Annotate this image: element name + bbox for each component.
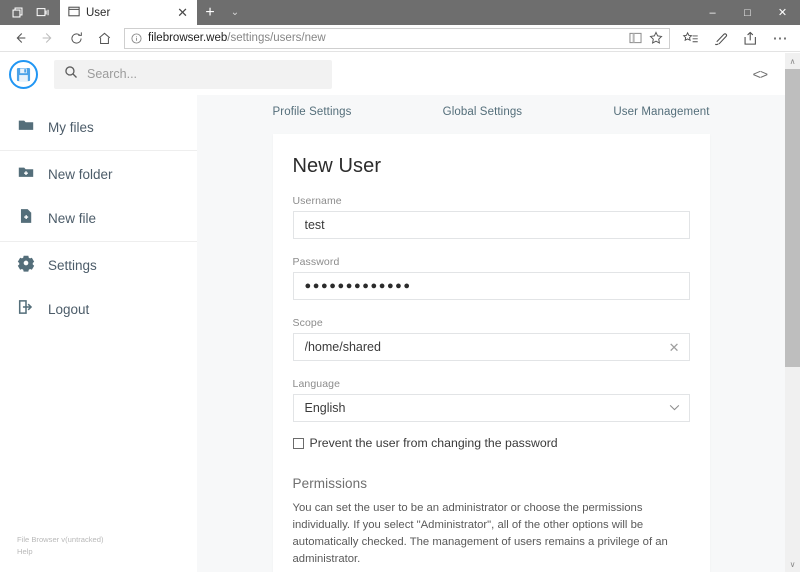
search-placeholder: Search...	[87, 67, 138, 81]
sidebar-item-new-folder[interactable]: New folder	[0, 152, 197, 196]
sidebar-item-label: Logout	[48, 301, 90, 317]
lock-password-checkbox-row[interactable]: Prevent the user from changing the passw…	[292, 436, 690, 450]
home-icon[interactable]	[90, 25, 118, 51]
address-bar-url: filebrowser.web/settings/users/new	[148, 32, 623, 44]
scope-label: Scope	[292, 317, 323, 329]
sidebar-item-label: Settings	[48, 257, 97, 273]
close-window-button[interactable]: ✕	[765, 0, 800, 25]
chevron-down-icon	[669, 403, 680, 414]
language-label: Language	[292, 378, 341, 390]
url-domain: filebrowser.web	[148, 32, 228, 44]
chevron-down-icon[interactable]: ⌄	[223, 0, 247, 25]
gear-icon	[17, 254, 35, 277]
reading-view-icon[interactable]	[629, 32, 642, 44]
sidebar-footer: File Browser v(untracked) Help	[0, 534, 197, 572]
new-user-card: New User Username test Password ●●●●●●●●…	[272, 134, 710, 572]
search-icon	[64, 65, 78, 84]
share-icon[interactable]	[736, 25, 764, 51]
tab-global-settings[interactable]: Global Settings	[443, 106, 523, 118]
window-controls: – □ ✕	[695, 0, 800, 25]
sidebar-divider	[0, 150, 197, 151]
code-view-toggle-icon[interactable]: <>	[753, 66, 771, 82]
scope-value: /home/shared	[304, 340, 381, 354]
sidebar-item-label: My files	[48, 119, 94, 135]
username-input[interactable]: test	[292, 211, 690, 239]
set-aside-tabs-icon[interactable]	[30, 0, 56, 25]
sidebar-item-label: New folder	[48, 166, 113, 182]
floppy-disk-icon[interactable]	[9, 59, 38, 89]
logout-icon	[17, 298, 35, 321]
browser-toolbar-actions: ⋯	[676, 25, 794, 51]
password-value: ●●●●●●●●●●●●●	[304, 280, 412, 292]
minimize-button[interactable]: –	[695, 0, 730, 25]
new-tab-button[interactable]: +	[197, 0, 223, 25]
app-body: My files New folder New file Settings Lo…	[0, 95, 785, 572]
browser-navigation-bar: filebrowser.web/settings/users/new ⋯	[0, 25, 800, 52]
tab-preview-icon[interactable]	[4, 0, 30, 25]
sidebar-item-new-file[interactable]: New file	[0, 196, 197, 240]
sidebar: My files New folder New file Settings Lo…	[0, 95, 197, 572]
scope-field-group: Scope /home/shared ✕	[292, 317, 690, 361]
favorite-star-icon[interactable]	[649, 31, 663, 45]
settings-tabs: Profile Settings Global Settings User Ma…	[197, 95, 785, 118]
site-info-icon[interactable]	[131, 32, 142, 44]
search-input[interactable]: Search...	[54, 59, 332, 89]
refresh-icon[interactable]	[62, 25, 90, 51]
app-version: File Browser v(untracked)	[17, 535, 104, 545]
lock-password-label: Prevent the user from changing the passw…	[309, 436, 558, 450]
sidebar-item-settings[interactable]: Settings	[0, 243, 197, 287]
tab-profile-settings[interactable]: Profile Settings	[273, 106, 352, 118]
tab-title: User	[86, 6, 111, 19]
scroll-up-icon[interactable]: ∧	[785, 53, 800, 69]
page-scrollbar[interactable]: ∧ ∨	[785, 53, 800, 572]
folder-plus-icon	[17, 163, 35, 186]
browser-window: User ✕ + ⌄ – □ ✕ filebrowser.web/setting…	[0, 0, 800, 572]
scope-input[interactable]: /home/shared ✕	[292, 333, 690, 361]
permissions-description: You can set the user to be an administra…	[292, 502, 668, 566]
scroll-down-icon[interactable]: ∨	[785, 556, 800, 572]
password-input[interactable]: ●●●●●●●●●●●●●	[292, 272, 690, 300]
username-label: Username	[292, 195, 342, 207]
permissions-heading: Permissions	[292, 476, 368, 491]
browser-tab-strip: User ✕ + ⌄ – □ ✕	[0, 0, 800, 25]
help-link[interactable]: Help	[17, 546, 197, 558]
lock-password-checkbox[interactable]	[292, 437, 304, 449]
username-field-group: Username test	[292, 195, 690, 239]
scrollbar-thumb[interactable]	[785, 69, 800, 367]
address-bar-actions	[629, 31, 665, 45]
tabstrip-left-buttons	[0, 0, 60, 25]
sidebar-item-my-files[interactable]: My files	[0, 105, 197, 149]
browser-tab-user[interactable]: User ✕	[60, 0, 197, 25]
tab-favicon-window-icon	[68, 4, 80, 22]
more-options-icon[interactable]: ⋯	[766, 25, 794, 51]
language-select[interactable]: English	[292, 394, 690, 422]
language-field-group: Language English	[292, 378, 690, 422]
password-field-group: Password ●●●●●●●●●●●●●	[292, 256, 690, 300]
clear-icon[interactable]: ✕	[669, 341, 680, 354]
web-note-icon[interactable]	[706, 25, 734, 51]
password-label: Password	[292, 256, 340, 268]
hub-favorites-icon[interactable]	[676, 25, 704, 51]
tab-close-icon[interactable]: ✕	[174, 6, 191, 19]
app-header: Search... <>	[0, 53, 785, 95]
sidebar-divider	[0, 241, 197, 242]
forward-icon[interactable]	[34, 25, 62, 51]
file-plus-icon	[17, 207, 35, 230]
language-value: English	[304, 401, 346, 415]
sidebar-item-label: New file	[48, 210, 97, 226]
folder-icon	[17, 116, 35, 139]
maximize-button[interactable]: □	[730, 0, 765, 25]
address-bar[interactable]: filebrowser.web/settings/users/new	[124, 27, 670, 49]
url-path: /settings/users/new	[227, 32, 326, 44]
sidebar-item-logout[interactable]: Logout	[0, 287, 197, 331]
content-area: Profile Settings Global Settings User Ma…	[197, 95, 785, 572]
page-title: New User	[292, 155, 382, 177]
username-value: test	[304, 218, 325, 232]
tab-user-management[interactable]: User Management	[613, 106, 709, 118]
back-icon[interactable]	[6, 25, 34, 51]
